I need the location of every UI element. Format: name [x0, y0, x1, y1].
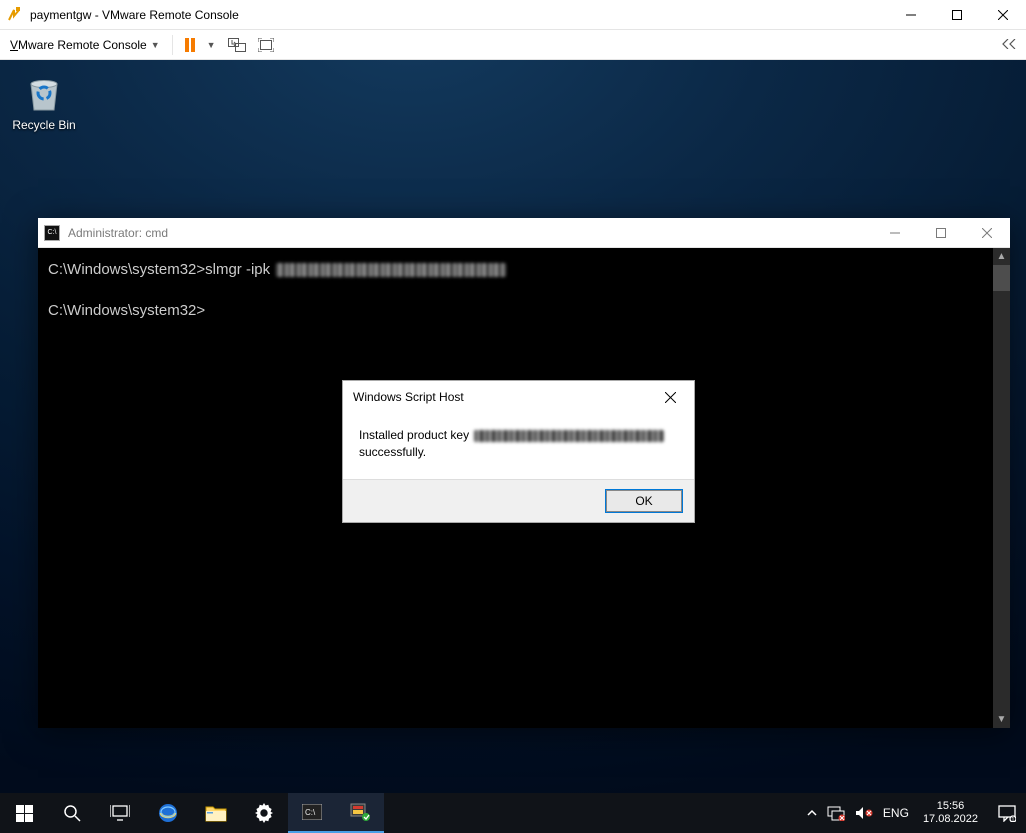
search-button[interactable]: [48, 793, 96, 833]
recycle-bin-desktop-icon[interactable]: Recycle Bin: [6, 72, 82, 132]
pause-button[interactable]: [181, 34, 199, 56]
scroll-thumb[interactable]: [993, 265, 1010, 291]
dialog-close-button[interactable]: [656, 383, 684, 411]
cmd-maximize-button[interactable]: [918, 218, 964, 248]
dialog-footer: OK: [343, 479, 694, 522]
taskbar-settings-button[interactable]: [240, 793, 288, 833]
vmrc-window-buttons: [888, 0, 1026, 30]
svg-text:C:\: C:\: [305, 808, 316, 817]
tray-date: 17.08.2022: [923, 813, 978, 826]
task-view-button[interactable]: [96, 793, 144, 833]
system-tray: ENG 15:56 17.08.2022: [801, 793, 988, 833]
taskbar-server-manager-button[interactable]: [336, 793, 384, 833]
cmd-scrollbar[interactable]: ▲ ▼: [993, 248, 1010, 728]
cmd-line-2: C:\Windows\system32>: [48, 301, 1000, 321]
cmd-title: Administrator: cmd: [68, 226, 864, 240]
tray-language[interactable]: ENG: [883, 806, 909, 820]
vm-desktop[interactable]: Recycle Bin C:\ Administrator: cmd C:\Wi…: [0, 60, 1026, 833]
vmrc-app-icon: [4, 5, 24, 25]
power-dropdown[interactable]: ▼: [203, 36, 220, 54]
tray-chevron-icon[interactable]: [807, 809, 817, 817]
fullscreen-icon[interactable]: [254, 34, 278, 56]
cmd-window-buttons: [872, 218, 1010, 248]
dialog-message: Installed product key successfully.: [343, 413, 694, 479]
vmrc-menu-button[interactable]: VMware Remote Console ▼: [6, 35, 164, 55]
close-button[interactable]: [980, 0, 1026, 30]
cmd-line-1: C:\Windows\system32>slmgr -ipk: [48, 260, 1000, 280]
vmrc-titlebar: paymentgw - VMware Remote Console: [0, 0, 1026, 30]
tray-time: 15:56: [923, 800, 978, 813]
send-ctrl-alt-del-icon[interactable]: [224, 34, 250, 56]
toolbar-separator: [172, 35, 173, 55]
taskbar: C:\ ENG 15:56 17.08.2022 1: [0, 793, 1026, 833]
taskbar-spacer: [384, 793, 801, 833]
toolbar-collapse-icon[interactable]: [998, 34, 1020, 56]
taskbar-cmd-button[interactable]: C:\: [288, 793, 336, 833]
dialog-titlebar[interactable]: Windows Script Host: [343, 381, 694, 413]
cmd-titlebar[interactable]: C:\ Administrator: cmd: [38, 218, 1010, 248]
taskbar-explorer-button[interactable]: [192, 793, 240, 833]
dialog-ok-button[interactable]: OK: [606, 490, 682, 512]
minimize-button[interactable]: [888, 0, 934, 30]
vmrc-title: paymentgw - VMware Remote Console: [30, 8, 888, 22]
scroll-up-icon[interactable]: ▲: [993, 248, 1010, 265]
tray-volume-icon[interactable]: [855, 805, 873, 821]
maximize-button[interactable]: [934, 0, 980, 30]
redacted-key: [276, 263, 506, 277]
cmd-blank-line: [48, 280, 1000, 300]
cmd-close-button[interactable]: [964, 218, 1010, 248]
scroll-down-icon[interactable]: ▼: [993, 711, 1010, 728]
tray-network-icon[interactable]: [827, 805, 845, 821]
cmd-minimize-button[interactable]: [872, 218, 918, 248]
recycle-bin-icon: [23, 72, 65, 114]
taskbar-ie-button[interactable]: [144, 793, 192, 833]
action-center-button[interactable]: 1: [988, 793, 1026, 833]
cmd-icon: C:\: [44, 225, 60, 241]
tray-clock[interactable]: 15:56 17.08.2022: [919, 800, 982, 826]
start-button[interactable]: [0, 793, 48, 833]
script-host-dialog: Windows Script Host Installed product ke…: [342, 380, 695, 523]
recycle-bin-label: Recycle Bin: [6, 118, 82, 132]
vmrc-toolbar: VMware Remote Console ▼ ▼: [0, 30, 1026, 60]
redacted-key-dialog: [474, 430, 664, 442]
dialog-title: Windows Script Host: [353, 390, 656, 404]
